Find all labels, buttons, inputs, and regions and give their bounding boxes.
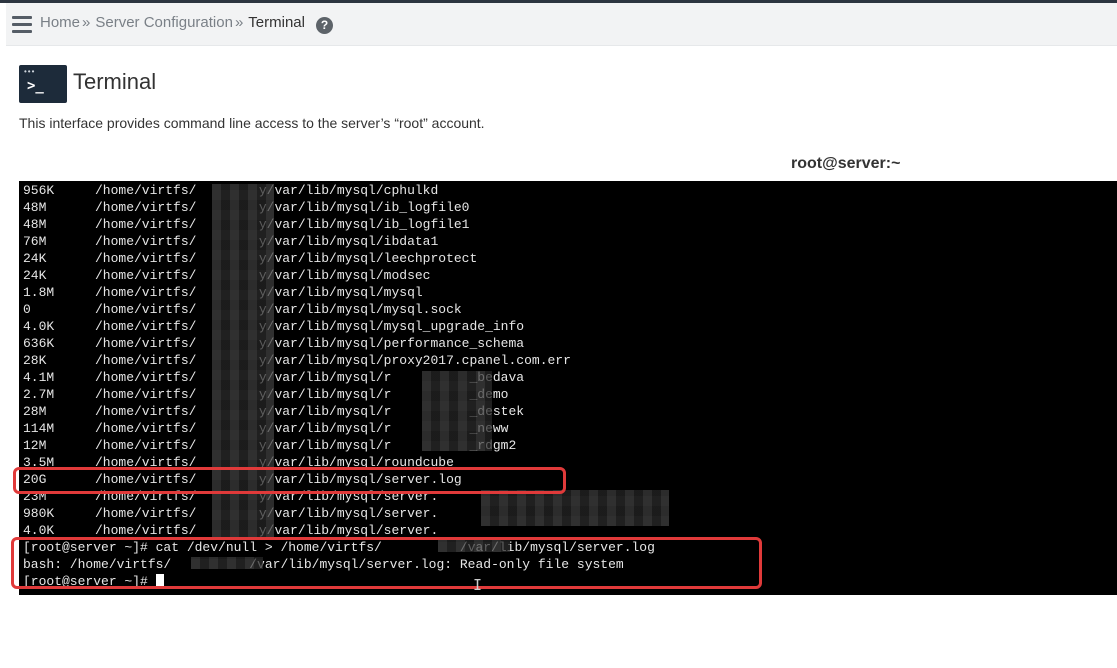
file-path: /home/virtfs/ (95, 387, 197, 402)
prompt-glyph: >_ (27, 78, 44, 94)
file-size: 48M (23, 200, 47, 215)
file-size: 4.0K (23, 319, 55, 334)
terminal-listing-line: 48M/home/virtfs/ y/var/lib/mysql/ib_logf… (23, 216, 655, 233)
terminal-listing-line: 956K/home/virtfs/ y/var/lib/mysql/cphulk… (23, 182, 655, 199)
file-path: /home/virtfs/ (95, 234, 197, 249)
breadcrumb-separator: » (82, 14, 91, 31)
file-path-suffix: y/var/lib/mysql/leechprotect (258, 251, 478, 266)
terminal-listing-line: 2.7M/home/virtfs/ y/var/lib/mysql/r _dem… (23, 386, 655, 403)
window-dots: ••• (24, 67, 36, 76)
file-path: /home/virtfs/ (95, 336, 197, 351)
file-path-suffix: y/var/lib/mysql/ib_logfile1 (258, 217, 470, 232)
terminal-listing-line: 76M/home/virtfs/ y/var/lib/mysql/ibdata1 (23, 233, 655, 250)
file-path: /home/virtfs/ (95, 404, 197, 419)
file-path: /home/virtfs/ (95, 370, 197, 385)
hamburger-menu-icon[interactable] (12, 16, 32, 33)
file-path: /home/virtfs/ (95, 251, 197, 266)
file-path-suffix: y/var/lib/mysql/mysql.sock (258, 302, 462, 317)
file-size: 980K (23, 506, 55, 521)
file-path: /home/virtfs/ (95, 319, 197, 334)
file-path: /home/virtfs/ (95, 302, 197, 317)
terminal-listing-line: 4.1M/home/virtfs/ y/var/lib/mysql/r _bed… (23, 369, 655, 386)
terminal-listing-line: 24K/home/virtfs/ y/var/lib/mysql/leechpr… (23, 250, 655, 267)
file-path: /home/virtfs/ (95, 268, 197, 283)
file-size: 0 (23, 302, 31, 317)
file-size: 956K (23, 183, 55, 198)
breadcrumb-current-page: Terminal (248, 14, 305, 31)
file-path: /home/virtfs/ (95, 421, 197, 436)
breadcrumb-bar: Home» Server Configuration» Terminal ? (6, 3, 1117, 46)
file-path: /home/virtfs/ (95, 506, 197, 521)
file-size: 24K (23, 251, 47, 266)
file-path-suffix: y/var/lib/mysql/server. (258, 523, 439, 538)
file-path: /home/virtfs/ (95, 285, 197, 300)
terminal-listing-line: 48M/home/virtfs/ y/var/lib/mysql/ib_logf… (23, 199, 655, 216)
highlight-command-output (11, 537, 762, 589)
file-size: 28M (23, 404, 47, 419)
terminal-listing-line: 636K/home/virtfs/ y/var/lib/mysql/perfor… (23, 335, 655, 352)
text-cursor-icon: I (473, 576, 483, 594)
question-circle-icon[interactable]: ? (316, 17, 333, 34)
file-size: 2.7M (23, 387, 55, 402)
file-path: /home/virtfs/ (95, 200, 197, 215)
file-path-suffix: y/var/lib/mysql/cphulkd (258, 183, 439, 198)
terminal-listing-line: 28K/home/virtfs/ y/var/lib/mysql/proxy20… (23, 352, 655, 369)
breadcrumb: Home» Server Configuration» Terminal (40, 14, 305, 31)
terminal-title: root@server:~ (791, 155, 901, 172)
file-path-suffix: y/var/lib/mysql/performance_schema (258, 336, 525, 351)
terminal-window[interactable]: 956K/home/virtfs/ y/var/lib/mysql/cphulk… (19, 181, 1117, 595)
page-title: Terminal (73, 69, 157, 94)
file-path-suffix: y/var/lib/mysql/server. (258, 506, 439, 521)
file-size: 24K (23, 268, 47, 283)
file-path-suffix: y/var/lib/mysql/modsec (258, 268, 431, 283)
terminal-app-icon: ••• >_ (19, 65, 67, 103)
terminal-listing-line: 1.8M/home/virtfs/ y/var/lib/mysql/mysql (23, 284, 655, 301)
file-path: /home/virtfs/ (95, 353, 197, 368)
file-size: 636K (23, 336, 55, 351)
breadcrumb-separator: » (234, 14, 244, 31)
terminal-listing-line: 114M/home/virtfs/ y/var/lib/mysql/r _new… (23, 420, 655, 437)
redacted-database-names (422, 371, 492, 451)
highlight-server-log-row (13, 467, 566, 494)
file-path-suffix: y/var/lib/mysql/ibdata1 (258, 234, 439, 249)
file-path-suffix: y/var/lib/mysql/mysql (258, 285, 423, 300)
file-path-suffix: y/var/lib/mysql/ib_logfile0 (258, 200, 470, 215)
file-path-suffix: y/var/lib/mysql/proxy2017.cpanel.com.err (258, 353, 571, 368)
breadcrumb-home-link[interactable]: Home (40, 14, 80, 31)
file-path: /home/virtfs/ (95, 183, 197, 198)
file-size: 114M (23, 421, 55, 436)
file-size: 76M (23, 234, 47, 249)
file-size: 1.8M (23, 285, 55, 300)
file-path-suffix: y/var/lib/mysql/mysql_upgrade_info (258, 319, 525, 334)
file-path: /home/virtfs/ (95, 438, 197, 453)
terminal-listing-line: 24K/home/virtfs/ y/var/lib/mysql/modsec (23, 267, 655, 284)
file-size: 12M (23, 438, 47, 453)
file-size: 4.1M (23, 370, 55, 385)
breadcrumb-server-configuration-link[interactable]: Server Configuration (95, 14, 233, 31)
file-path: /home/virtfs/ (95, 523, 197, 538)
file-path: /home/virtfs/ (95, 217, 197, 232)
redacted-server-log-names (481, 490, 669, 526)
terminal-listing-line: 4.0K/home/virtfs/ y/var/lib/mysql/mysql_… (23, 318, 655, 335)
page-description: This interface provides command line acc… (19, 115, 485, 131)
terminal-listing-line: 0/home/virtfs/ y/var/lib/mysql/mysql.soc… (23, 301, 655, 318)
terminal-listing-line: 12M/home/virtfs/ y/var/lib/mysql/r _rdgm… (23, 437, 655, 454)
terminal-output: 956K/home/virtfs/ y/var/lib/mysql/cphulk… (23, 182, 655, 590)
terminal-listing-line: 28M/home/virtfs/ y/var/lib/mysql/r _dest… (23, 403, 655, 420)
file-size: 28K (23, 353, 47, 368)
file-size: 48M (23, 217, 47, 232)
